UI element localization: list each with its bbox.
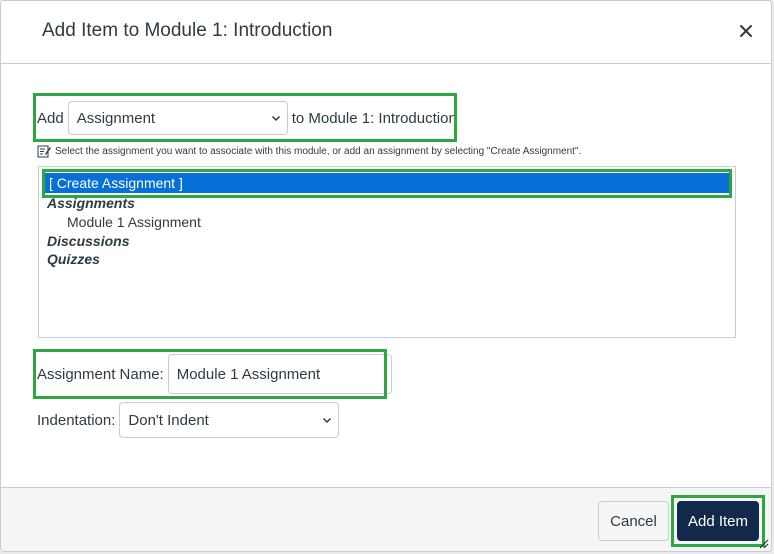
group-quizzes: Quizzes	[47, 251, 100, 267]
hint-text-row: Select the assignment you want to associ…	[37, 144, 581, 158]
indentation-row: Indentation: Don't Indent	[37, 402, 340, 438]
resize-grip-icon[interactable]	[757, 537, 769, 549]
module-suffix: to Module 1: Introduction	[291, 109, 457, 127]
chevron-down-icon	[323, 417, 332, 424]
list-item[interactable]: Module 1 Assignment	[67, 214, 201, 230]
dialog-footer: Cancel Add Item	[1, 487, 771, 551]
item-type-select[interactable]: Assignment	[67, 101, 288, 135]
indentation-label: Indentation:	[37, 411, 116, 429]
group-discussions: Discussions	[47, 233, 130, 249]
indentation-value: Don't Indent	[128, 411, 209, 429]
cancel-button[interactable]: Cancel	[598, 501, 669, 541]
add-type-row: Add Assignment to Module 1: Introduction	[37, 100, 457, 136]
add-item-dialog: Add Item to Module 1: Introduction Add A…	[0, 0, 772, 552]
item-type-value: Assignment	[76, 109, 156, 127]
assignment-name-value: Module 1 Assignment	[176, 365, 321, 383]
dialog-header: Add Item to Module 1: Introduction	[1, 1, 771, 64]
assignment-listbox[interactable]: [ Create Assignment ] Assignments Module…	[38, 166, 736, 338]
assignment-name-label: Assignment Name:	[37, 365, 164, 383]
edit-note-icon	[37, 145, 51, 158]
dialog-title: Add Item to Module 1: Introduction	[42, 20, 333, 41]
group-assignments: Assignments	[47, 195, 135, 211]
create-assignment-option[interactable]: [ Create Assignment ]	[45, 173, 729, 193]
indentation-select[interactable]: Don't Indent	[119, 402, 340, 438]
add-label: Add	[37, 109, 64, 127]
assignment-name-row: Assignment Name: Module 1 Assignment	[37, 354, 392, 394]
hint-text: Select the assignment you want to associ…	[55, 145, 582, 157]
add-item-button[interactable]: Add Item	[677, 501, 759, 541]
assignment-name-input[interactable]: Module 1 Assignment	[167, 354, 392, 394]
dialog-body: Add Assignment to Module 1: Introduction…	[1, 64, 771, 487]
chevron-down-icon	[271, 115, 280, 122]
close-icon[interactable]	[737, 22, 755, 40]
